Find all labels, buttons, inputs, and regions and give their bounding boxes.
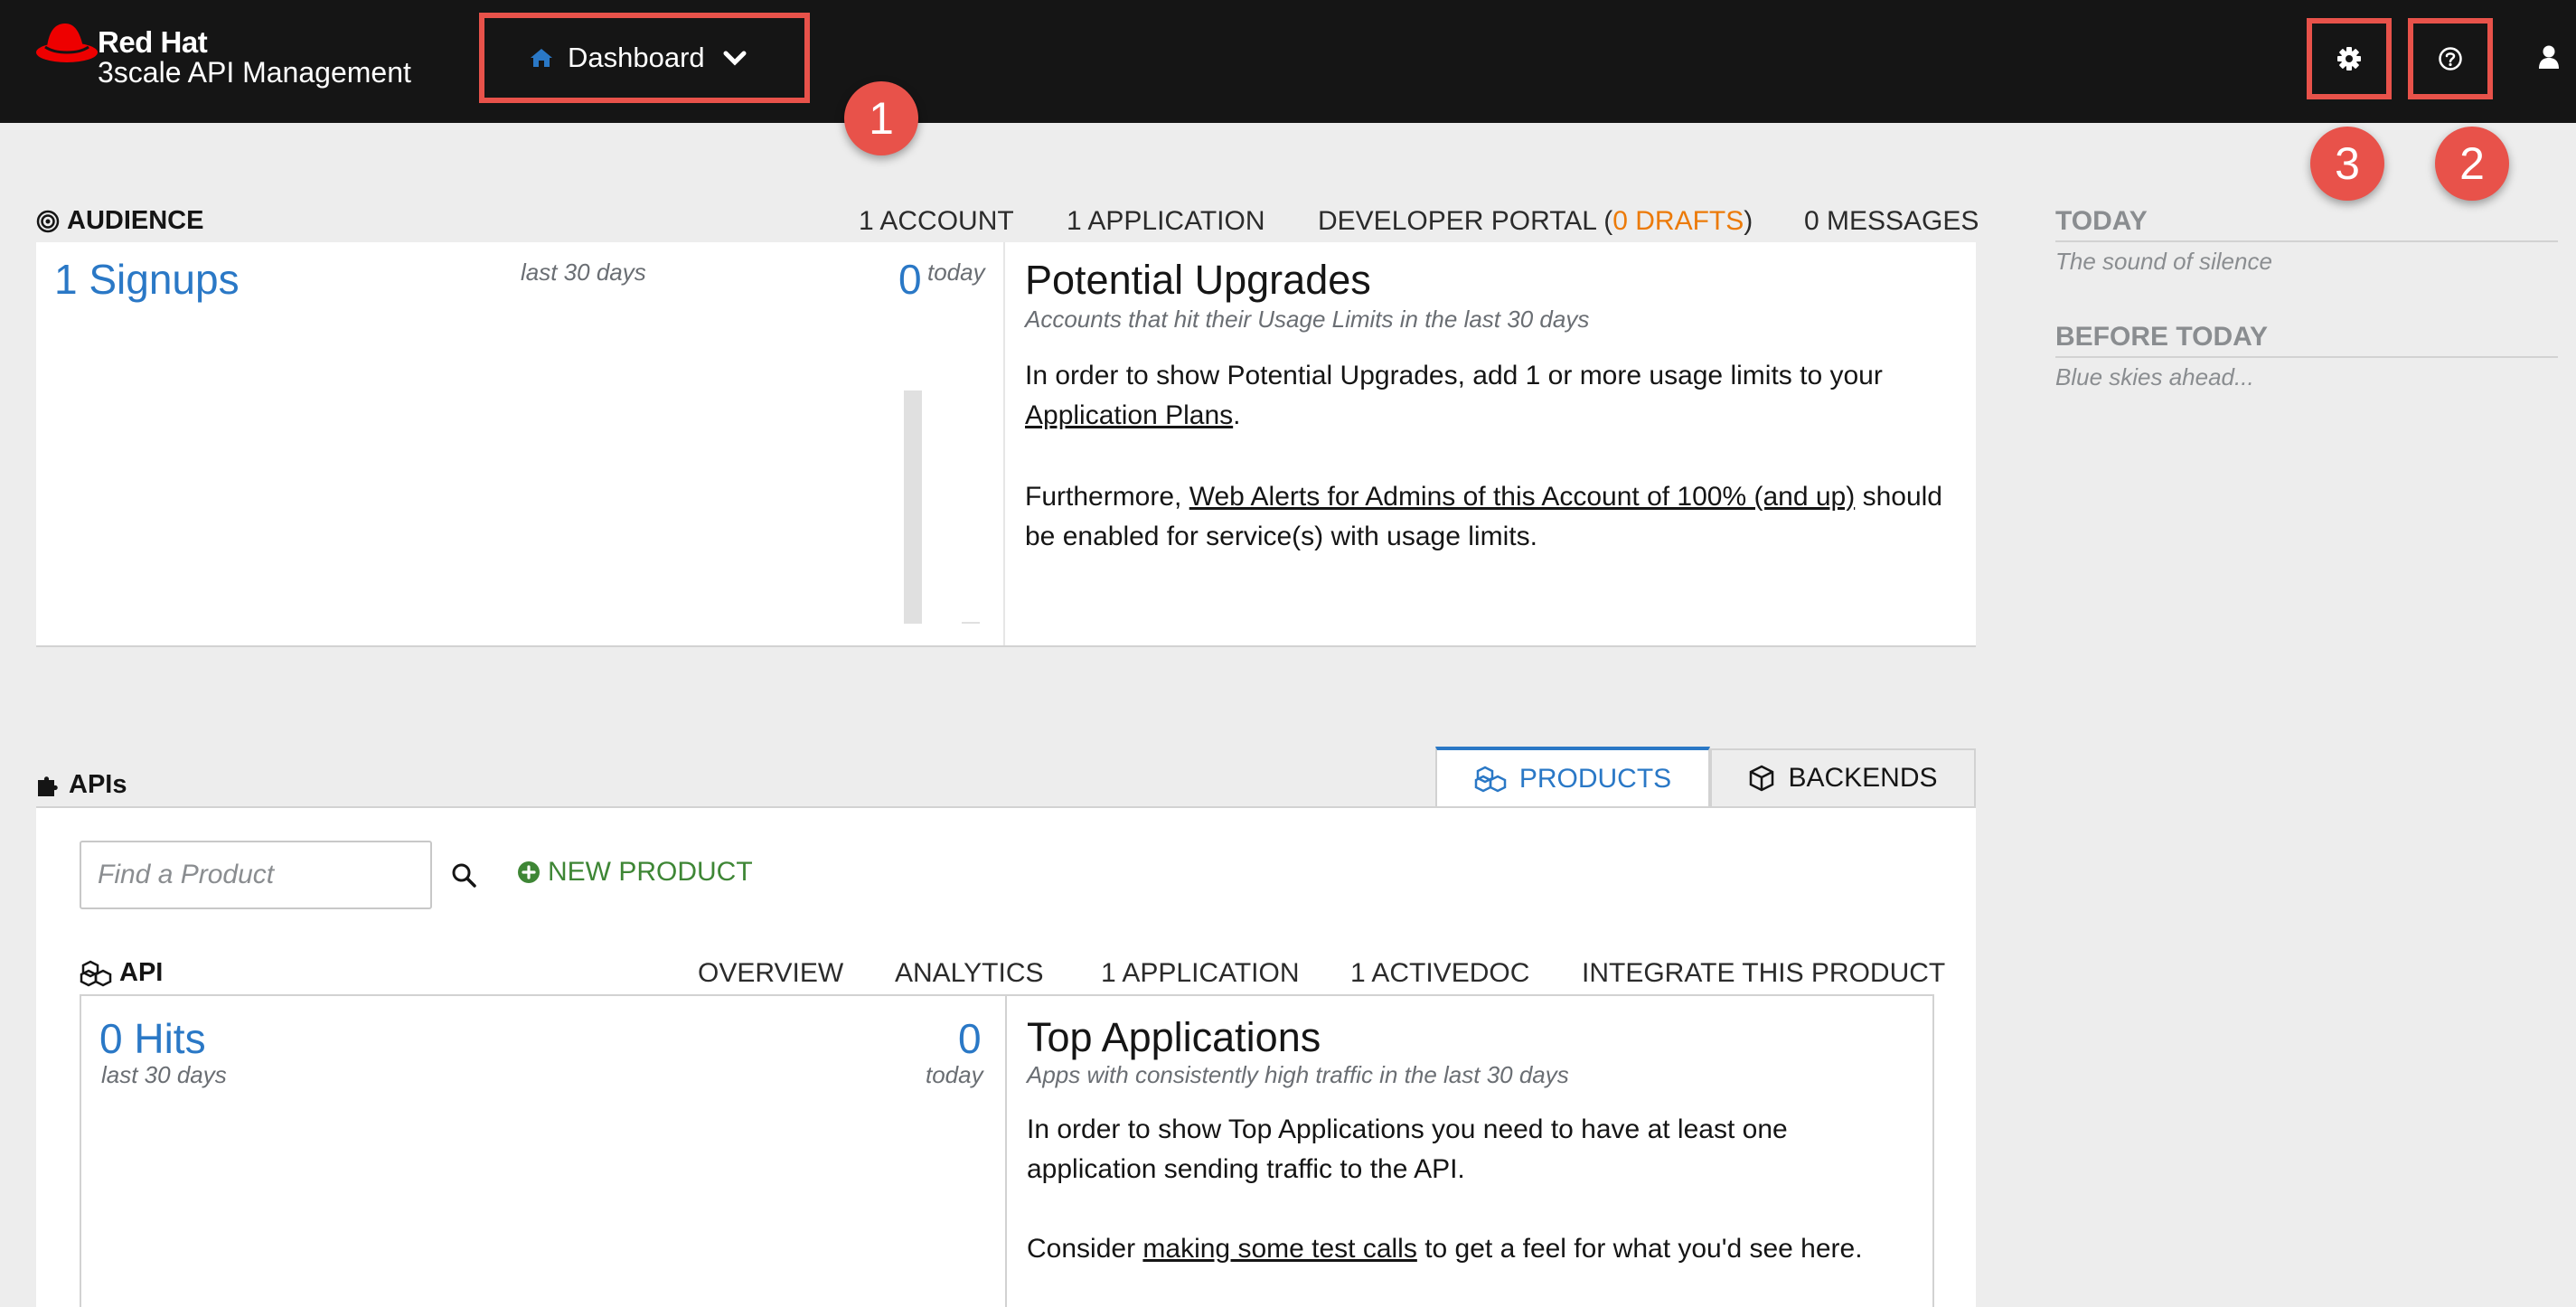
home-icon	[530, 48, 553, 68]
api-overview-link[interactable]: OVERVIEW	[698, 958, 843, 989]
product-name: 3scale API Management	[98, 56, 411, 89]
application-plans-link[interactable]: Application Plans	[1025, 400, 1233, 430]
audience-applications-link[interactable]: 1 APPLICATION	[1067, 206, 1265, 237]
potential-upgrades-subtitle: Accounts that hit their Usage Limits in …	[1025, 306, 1590, 333]
signups-sparkline-baseline	[962, 622, 980, 624]
gear-icon[interactable]	[2312, 24, 2386, 94]
context-selector-label: Dashboard	[568, 42, 705, 73]
help-icon[interactable]	[2413, 24, 2487, 94]
drafts-count: 0 DRAFTS	[1612, 206, 1744, 236]
masthead: Red Hat 3scale API Management Dashboard	[0, 0, 2576, 123]
before-today-rule	[2055, 356, 2558, 358]
developer-portal-link[interactable]: DEVELOPER PORTAL (0 DRAFTS)	[1318, 206, 1753, 237]
top-applications-subtitle: Apps with consistently high traffic in t…	[1027, 1061, 1569, 1088]
audience-accounts-link[interactable]: 1 ACCOUNT	[859, 206, 1014, 237]
audience-divider	[1003, 242, 1005, 645]
today-rule	[2055, 240, 2558, 242]
redhat-logo	[36, 24, 98, 62]
cubes-icon	[80, 960, 112, 986]
api-stats-divider	[1005, 996, 1007, 1307]
api-applications-link[interactable]: 1 APPLICATION	[1101, 958, 1300, 989]
context-selector-dashboard[interactable]: Dashboard	[479, 13, 810, 103]
signups-sparkline-bar	[904, 390, 922, 624]
audience-card	[36, 242, 1976, 647]
callout-badge-2: 2	[2435, 127, 2509, 201]
cube-icon	[1750, 765, 1774, 792]
signups-period: last 30 days	[521, 259, 646, 286]
search-icon[interactable]	[451, 862, 476, 888]
api-activedocs-link[interactable]: 1 ACTIVEDOC	[1350, 958, 1529, 989]
hits-period: last 30 days	[101, 1061, 227, 1088]
chevron-down-icon	[723, 50, 747, 66]
product-search-input[interactable]	[98, 860, 451, 890]
hits-today-label: today	[926, 1061, 983, 1088]
callout-badge-1: 1	[844, 81, 918, 155]
product-search	[80, 841, 476, 909]
tab-products[interactable]: PRODUCTS	[1435, 747, 1710, 808]
today-note: The sound of silence	[2055, 248, 2272, 275]
brand-name: Red Hat	[98, 25, 208, 59]
integrate-product-link[interactable]: INTEGRATE THIS PRODUCT	[1582, 958, 1945, 989]
api-analytics-link[interactable]: ANALYTICS	[895, 958, 1044, 989]
before-today-note: Blue skies ahead...	[2055, 363, 2254, 390]
puzzle-icon	[38, 776, 58, 796]
tab-backends[interactable]: BACKENDS	[1710, 748, 1976, 808]
target-icon	[36, 210, 60, 232]
cubes-icon	[1474, 766, 1507, 793]
potential-upgrades-text-1: In order to show Potential Upgrades, add…	[1025, 361, 1883, 430]
plus-circle-icon	[518, 861, 540, 883]
top-applications-text-1: In order to show Top Applications you ne…	[1027, 1114, 1788, 1184]
audience-messages-link[interactable]: 0 MESSAGES	[1804, 206, 1979, 237]
callout-badge-3: 3	[2310, 127, 2384, 201]
web-alerts-link[interactable]: Web Alerts for Admins of this Account of…	[1189, 482, 1856, 512]
apis-title: APIs	[36, 770, 127, 800]
api-product-name[interactable]: API	[80, 958, 163, 988]
audience-title: AUDIENCE	[36, 206, 203, 236]
top-applications-title: Top Applications	[1027, 1014, 1321, 1060]
potential-upgrades-title: Potential Upgrades	[1025, 257, 1371, 303]
signups-count[interactable]: 1 Signups	[54, 255, 240, 304]
potential-upgrades-text-2: Furthermore, Web Alerts for Admins of th…	[1025, 482, 1942, 551]
hits-count[interactable]: 0 Hits	[99, 1014, 206, 1063]
signups-today-label: today	[927, 259, 985, 286]
user-icon[interactable]	[2531, 34, 2567, 80]
before-today-heading: BEFORE TODAY	[2055, 322, 2269, 352]
top-applications-text-2: Consider making some test calls to get a…	[1027, 1234, 1863, 1264]
new-product-button[interactable]: NEW PRODUCT	[517, 857, 753, 888]
test-calls-link[interactable]: making some test calls	[1142, 1234, 1416, 1264]
signups-today-value: 0	[898, 256, 922, 303]
hits-today-value: 0	[958, 1015, 982, 1062]
today-heading: TODAY	[2055, 206, 2148, 236]
